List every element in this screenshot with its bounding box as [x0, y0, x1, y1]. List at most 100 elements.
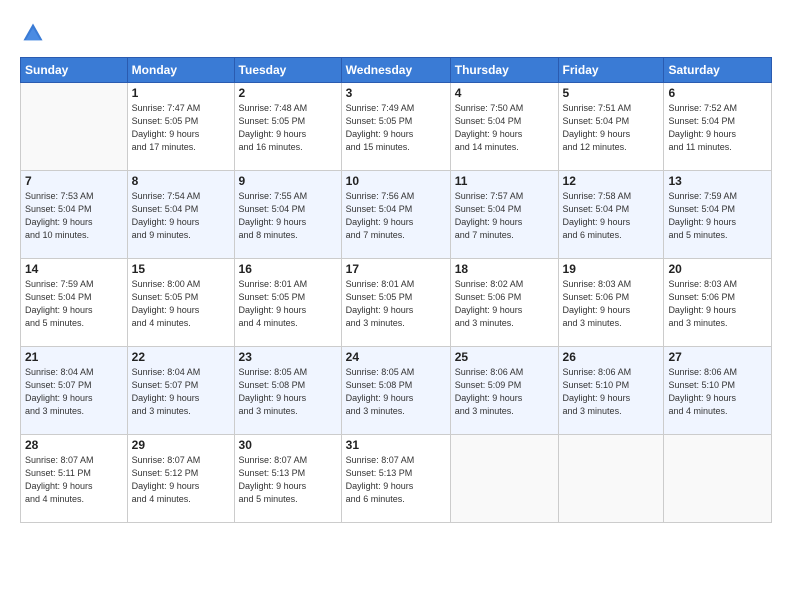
calendar-day-cell: 15 Sunrise: 8:00 AM Sunset: 5:05 PM Dayli…: [127, 259, 234, 347]
calendar-day-cell: 30 Sunrise: 8:07 AM Sunset: 5:13 PM Dayli…: [234, 435, 341, 523]
calendar-week-row: 21 Sunrise: 8:04 AM Sunset: 5:07 PM Dayli…: [21, 347, 772, 435]
day-number: 11: [455, 174, 554, 188]
day-number: 20: [668, 262, 767, 276]
day-number: 28: [25, 438, 123, 452]
day-number: 4: [455, 86, 554, 100]
logo: [20, 22, 44, 49]
calendar-day-cell: 7 Sunrise: 7:53 AM Sunset: 5:04 PM Daylig…: [21, 171, 128, 259]
calendar-week-row: 1 Sunrise: 7:47 AM Sunset: 5:05 PM Daylig…: [21, 83, 772, 171]
day-number: 23: [239, 350, 337, 364]
day-number: 25: [455, 350, 554, 364]
day-number: 19: [563, 262, 660, 276]
calendar-day-cell: 8Sunrise: 7:54 AM Sunset: 5:04 PM Daylig…: [127, 171, 234, 259]
day-of-week-header: Friday: [558, 58, 664, 83]
calendar-day-cell: 29Sunrise: 8:07 AM Sunset: 5:12 PM Dayli…: [127, 435, 234, 523]
day-info: Sunrise: 8:07 AM Sunset: 5:11 PM Dayligh…: [25, 454, 123, 506]
day-info: Sunrise: 8:01 AM Sunset: 5:05 PM Dayligh…: [239, 278, 337, 330]
day-number: 17: [346, 262, 446, 276]
day-number: 26: [563, 350, 660, 364]
calendar-day-cell: 19 Sunrise: 8:03 AM Sunset: 5:06 PM Dayli…: [558, 259, 664, 347]
day-of-week-header: Monday: [127, 58, 234, 83]
calendar-day-cell: 22 Sunrise: 8:04 AM Sunset: 5:07 PM Dayli…: [127, 347, 234, 435]
calendar-day-cell: 11 Sunrise: 7:57 AM Sunset: 5:04 PM Dayli…: [450, 171, 558, 259]
day-number: 5: [563, 86, 660, 100]
calendar-day-cell: 16 Sunrise: 8:01 AM Sunset: 5:05 PM Dayli…: [234, 259, 341, 347]
day-info: Sunrise: 7:54 AM Sunset: 5:04 PM Dayligh…: [132, 190, 230, 242]
day-info: Sunrise: 8:02 AM Sunset: 5:06 PM Dayligh…: [455, 278, 554, 330]
calendar-day-cell: 5 Sunrise: 7:51 AM Sunset: 5:04 PM Daylig…: [558, 83, 664, 171]
page: SundayMondayTuesdayWednesdayThursdayFrid…: [0, 0, 792, 612]
calendar-table: SundayMondayTuesdayWednesdayThursdayFrid…: [20, 57, 772, 523]
calendar-day-cell: 1 Sunrise: 7:47 AM Sunset: 5:05 PM Daylig…: [127, 83, 234, 171]
calendar-week-row: 7 Sunrise: 7:53 AM Sunset: 5:04 PM Daylig…: [21, 171, 772, 259]
day-of-week-header: Saturday: [664, 58, 772, 83]
day-number: 15: [132, 262, 230, 276]
day-info: Sunrise: 7:56 AM Sunset: 5:04 PM Dayligh…: [346, 190, 446, 242]
day-info: Sunrise: 8:06 AM Sunset: 5:10 PM Dayligh…: [563, 366, 660, 418]
calendar-day-cell: 13 Sunrise: 7:59 AM Sunset: 5:04 PM Dayli…: [664, 171, 772, 259]
day-info: Sunrise: 8:04 AM Sunset: 5:07 PM Dayligh…: [25, 366, 123, 418]
day-number: 29: [132, 438, 230, 452]
calendar-day-cell: 31 Sunrise: 8:07 AM Sunset: 5:13 PM Dayli…: [341, 435, 450, 523]
calendar-day-cell: 6 Sunrise: 7:52 AM Sunset: 5:04 PM Daylig…: [664, 83, 772, 171]
calendar-day-cell: 9Sunrise: 7:55 AM Sunset: 5:04 PM Daylig…: [234, 171, 341, 259]
calendar-day-cell: 4Sunrise: 7:50 AM Sunset: 5:04 PM Daylig…: [450, 83, 558, 171]
day-number: 6: [668, 86, 767, 100]
calendar-day-cell: 24Sunrise: 8:05 AM Sunset: 5:08 PM Dayli…: [341, 347, 450, 435]
logo-icon: [22, 22, 44, 44]
day-info: Sunrise: 7:59 AM Sunset: 5:04 PM Dayligh…: [668, 190, 767, 242]
day-info: Sunrise: 7:58 AM Sunset: 5:04 PM Dayligh…: [563, 190, 660, 242]
calendar-day-cell: 12Sunrise: 7:58 AM Sunset: 5:04 PM Dayli…: [558, 171, 664, 259]
day-number: 3: [346, 86, 446, 100]
day-number: 1: [132, 86, 230, 100]
day-info: Sunrise: 7:51 AM Sunset: 5:04 PM Dayligh…: [563, 102, 660, 154]
day-info: Sunrise: 7:48 AM Sunset: 5:05 PM Dayligh…: [239, 102, 337, 154]
day-of-week-header: Sunday: [21, 58, 128, 83]
calendar-day-cell: 17 Sunrise: 8:01 AM Sunset: 5:05 PM Dayli…: [341, 259, 450, 347]
day-info: Sunrise: 8:07 AM Sunset: 5:13 PM Dayligh…: [346, 454, 446, 506]
day-info: Sunrise: 8:01 AM Sunset: 5:05 PM Dayligh…: [346, 278, 446, 330]
day-number: 13: [668, 174, 767, 188]
day-number: 31: [346, 438, 446, 452]
day-info: Sunrise: 8:05 AM Sunset: 5:08 PM Dayligh…: [239, 366, 337, 418]
day-number: 2: [239, 86, 337, 100]
day-info: Sunrise: 8:06 AM Sunset: 5:10 PM Dayligh…: [668, 366, 767, 418]
day-number: 27: [668, 350, 767, 364]
calendar-day-cell: 26 Sunrise: 8:06 AM Sunset: 5:10 PM Dayli…: [558, 347, 664, 435]
calendar-day-cell: 28 Sunrise: 8:07 AM Sunset: 5:11 PM Dayli…: [21, 435, 128, 523]
empty-day-cell: [21, 83, 128, 171]
day-number: 7: [25, 174, 123, 188]
day-info: Sunrise: 7:49 AM Sunset: 5:05 PM Dayligh…: [346, 102, 446, 154]
day-info: Sunrise: 8:03 AM Sunset: 5:06 PM Dayligh…: [563, 278, 660, 330]
day-info: Sunrise: 7:55 AM Sunset: 5:04 PM Dayligh…: [239, 190, 337, 242]
empty-day-cell: [450, 435, 558, 523]
day-info: Sunrise: 8:04 AM Sunset: 5:07 PM Dayligh…: [132, 366, 230, 418]
day-number: 22: [132, 350, 230, 364]
day-info: Sunrise: 7:52 AM Sunset: 5:04 PM Dayligh…: [668, 102, 767, 154]
header: [20, 18, 772, 49]
day-info: Sunrise: 8:07 AM Sunset: 5:13 PM Dayligh…: [239, 454, 337, 506]
day-number: 21: [25, 350, 123, 364]
day-info: Sunrise: 8:06 AM Sunset: 5:09 PM Dayligh…: [455, 366, 554, 418]
day-number: 30: [239, 438, 337, 452]
calendar-day-cell: 18 Sunrise: 8:02 AM Sunset: 5:06 PM Dayli…: [450, 259, 558, 347]
day-info: Sunrise: 8:05 AM Sunset: 5:08 PM Dayligh…: [346, 366, 446, 418]
calendar-day-cell: 23 Sunrise: 8:05 AM Sunset: 5:08 PM Dayli…: [234, 347, 341, 435]
empty-day-cell: [664, 435, 772, 523]
calendar-day-cell: 20 Sunrise: 8:03 AM Sunset: 5:06 PM Dayli…: [664, 259, 772, 347]
day-info: Sunrise: 8:03 AM Sunset: 5:06 PM Dayligh…: [668, 278, 767, 330]
day-info: Sunrise: 7:47 AM Sunset: 5:05 PM Dayligh…: [132, 102, 230, 154]
day-number: 18: [455, 262, 554, 276]
day-info: Sunrise: 7:57 AM Sunset: 5:04 PM Dayligh…: [455, 190, 554, 242]
day-info: Sunrise: 7:59 AM Sunset: 5:04 PM Dayligh…: [25, 278, 123, 330]
day-of-week-header: Wednesday: [341, 58, 450, 83]
empty-day-cell: [558, 435, 664, 523]
calendar-day-cell: 10Sunrise: 7:56 AM Sunset: 5:04 PM Dayli…: [341, 171, 450, 259]
calendar-day-cell: 14Sunrise: 7:59 AM Sunset: 5:04 PM Dayli…: [21, 259, 128, 347]
calendar-week-row: 28 Sunrise: 8:07 AM Sunset: 5:11 PM Dayli…: [21, 435, 772, 523]
calendar-day-cell: 27 Sunrise: 8:06 AM Sunset: 5:10 PM Dayli…: [664, 347, 772, 435]
day-info: Sunrise: 8:00 AM Sunset: 5:05 PM Dayligh…: [132, 278, 230, 330]
day-number: 16: [239, 262, 337, 276]
calendar-day-cell: 21 Sunrise: 8:04 AM Sunset: 5:07 PM Dayli…: [21, 347, 128, 435]
day-info: Sunrise: 7:53 AM Sunset: 5:04 PM Dayligh…: [25, 190, 123, 242]
